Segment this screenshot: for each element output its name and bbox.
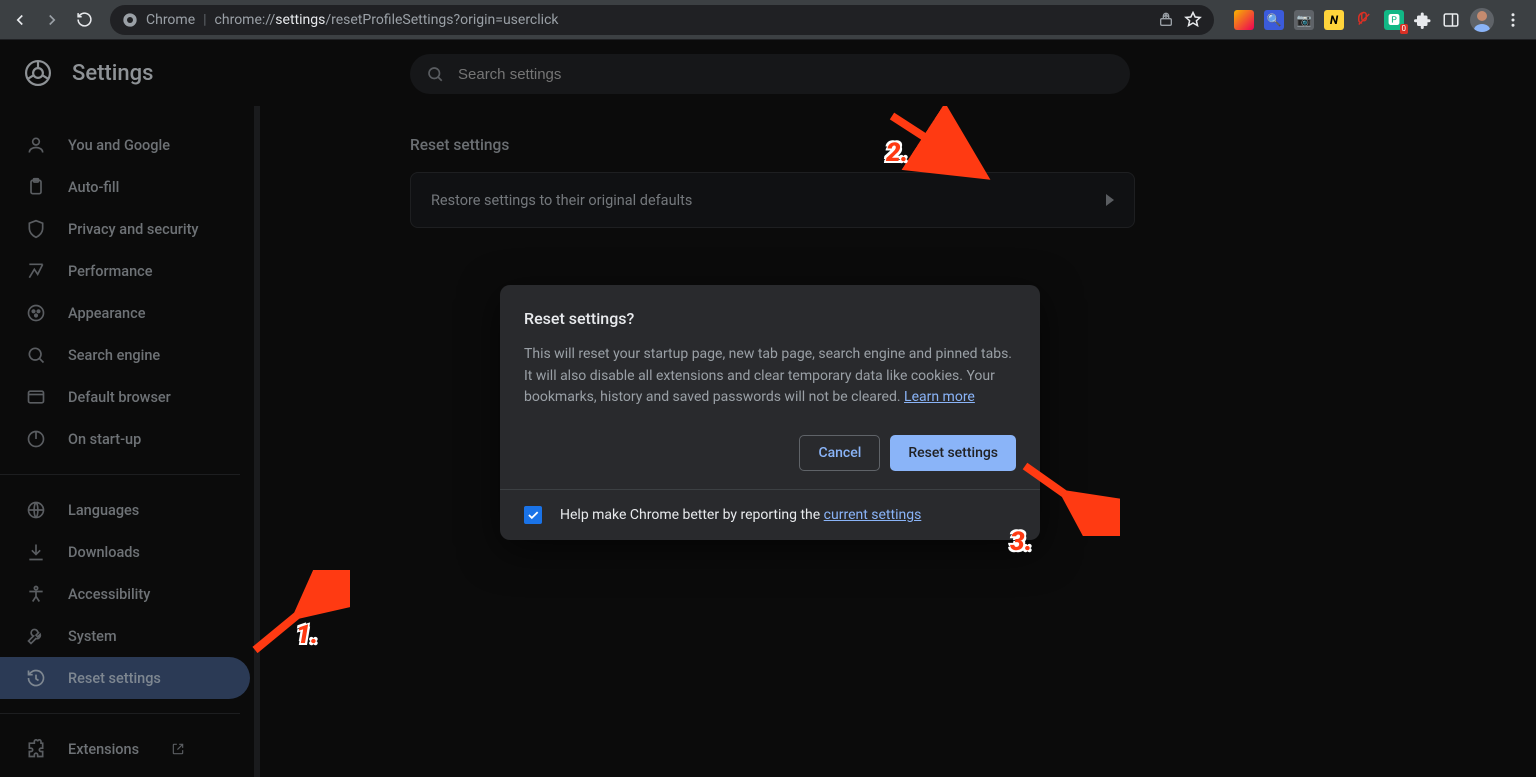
sidebar-item-search-engine[interactable]: Search engine bbox=[0, 334, 250, 376]
dialog-title: Reset settings? bbox=[524, 309, 1016, 328]
dialog-body: This will reset your startup page, new t… bbox=[524, 344, 1016, 409]
url-text: chrome://settings/resetProfileSettings?o… bbox=[215, 12, 1150, 28]
search-input[interactable] bbox=[458, 66, 1114, 83]
chrome-logo-icon bbox=[24, 59, 52, 87]
sidebar-item-label: Performance bbox=[68, 263, 153, 280]
sidebar-item-label: You and Google bbox=[68, 137, 170, 154]
section-title: Reset settings bbox=[410, 136, 1536, 154]
puzzle-icon bbox=[26, 739, 46, 759]
sidebar-item-system[interactable]: System bbox=[0, 615, 250, 657]
report-settings-label: Help make Chrome better by reporting the… bbox=[560, 507, 921, 523]
globe-icon bbox=[26, 500, 46, 520]
browser-toolbar: Chrome | chrome://settings/resetProfileS… bbox=[0, 0, 1536, 40]
restore-defaults-label: Restore settings to their original defau… bbox=[431, 192, 692, 209]
kebab-menu-icon[interactable] bbox=[1504, 11, 1522, 29]
cancel-button[interactable]: Cancel bbox=[799, 435, 880, 471]
person-icon bbox=[26, 135, 46, 155]
chevron-right-icon bbox=[1106, 194, 1114, 206]
report-settings-checkbox[interactable] bbox=[524, 506, 542, 524]
reset-settings-button[interactable]: Reset settings bbox=[890, 435, 1016, 471]
url-site-label: Chrome bbox=[146, 12, 195, 28]
extension-icon[interactable]: N bbox=[1324, 10, 1344, 30]
power-icon bbox=[26, 429, 46, 449]
chrome-icon bbox=[122, 12, 138, 28]
sidebar-item-label: Privacy and security bbox=[68, 221, 199, 238]
sidepanel-icon[interactable] bbox=[1442, 11, 1460, 29]
profile-avatar[interactable] bbox=[1470, 8, 1494, 32]
download-icon bbox=[26, 542, 46, 562]
sidebar-item-label: On start-up bbox=[68, 431, 141, 448]
sidebar-item-on-start-up[interactable]: On start-up bbox=[0, 418, 250, 460]
extension-icon[interactable]: 🅿 bbox=[1384, 10, 1404, 30]
sidebar-item-privacy-and-security[interactable]: Privacy and security bbox=[0, 208, 250, 250]
reset-settings-dialog: Reset settings? This will reset your sta… bbox=[500, 285, 1040, 540]
sidebar-item-performance[interactable]: Performance bbox=[0, 250, 250, 292]
sidebar-item-extensions[interactable]: Extensions bbox=[0, 728, 250, 770]
omnibox[interactable]: Chrome | chrome://settings/resetProfileS… bbox=[110, 5, 1214, 35]
reload-button[interactable] bbox=[70, 6, 98, 34]
sidebar-item-auto-fill[interactable]: Auto-fill bbox=[0, 166, 250, 208]
sidebar-item-you-and-google[interactable]: You and Google bbox=[0, 124, 250, 166]
search-icon bbox=[26, 345, 46, 365]
sidebar-item-downloads[interactable]: Downloads bbox=[0, 531, 250, 573]
sidebar-item-label: Extensions bbox=[68, 741, 139, 758]
extensions-puzzle-icon[interactable] bbox=[1414, 11, 1432, 29]
sidebar-item-label: Appearance bbox=[68, 305, 145, 322]
sidebar-item-appearance[interactable]: Appearance bbox=[0, 292, 250, 334]
search-settings[interactable] bbox=[410, 54, 1130, 94]
search-icon bbox=[426, 65, 444, 83]
palette-icon bbox=[26, 303, 46, 323]
sidebar-item-label: Default browser bbox=[68, 389, 171, 406]
extension-icon[interactable] bbox=[1234, 10, 1254, 30]
bookmark-star-icon[interactable] bbox=[1184, 11, 1202, 29]
sidebar-item-accessibility[interactable]: Accessibility bbox=[0, 573, 250, 615]
sidebar-item-label: Auto-fill bbox=[68, 179, 119, 196]
share-icon[interactable] bbox=[1158, 12, 1174, 28]
sidebar: You and Google Auto-fill Privacy and secur… bbox=[0, 106, 260, 777]
sidebar-item-label: Search engine bbox=[68, 347, 160, 364]
history-icon bbox=[26, 668, 46, 688]
window-icon bbox=[26, 387, 46, 407]
sidebar-item-about-chrome[interactable]: About Chrome bbox=[0, 770, 250, 777]
sidebar-item-label: System bbox=[68, 628, 117, 645]
back-button[interactable] bbox=[6, 6, 34, 34]
current-settings-link[interactable]: current settings bbox=[824, 507, 922, 523]
forward-button[interactable] bbox=[38, 6, 66, 34]
sidebar-item-label: Downloads bbox=[68, 544, 140, 561]
extension-icon[interactable]: 📷 bbox=[1294, 10, 1314, 30]
sidebar-item-default-browser[interactable]: Default browser bbox=[0, 376, 250, 418]
sidebar-item-label: Accessibility bbox=[68, 586, 150, 603]
extensions-tray: 🔍 📷 N 🅿 bbox=[1226, 8, 1530, 32]
clipboard-icon bbox=[26, 177, 46, 197]
wrench-icon bbox=[26, 626, 46, 646]
sidebar-item-label: Reset settings bbox=[68, 670, 161, 687]
sidebar-item-label: Languages bbox=[68, 502, 139, 519]
restore-defaults-row[interactable]: Restore settings to their original defau… bbox=[410, 172, 1135, 228]
accessibility-icon bbox=[26, 584, 46, 604]
sidebar-item-reset-settings[interactable]: Reset settings bbox=[0, 657, 250, 699]
speed-icon bbox=[26, 261, 46, 281]
extension-icon[interactable] bbox=[1354, 10, 1374, 30]
app-title: Settings bbox=[72, 61, 153, 86]
external-link-icon bbox=[171, 742, 185, 756]
shield-icon bbox=[26, 219, 46, 239]
extension-icon[interactable]: 🔍 bbox=[1264, 10, 1284, 30]
sidebar-item-languages[interactable]: Languages bbox=[0, 489, 250, 531]
learn-more-link[interactable]: Learn more bbox=[904, 389, 975, 405]
